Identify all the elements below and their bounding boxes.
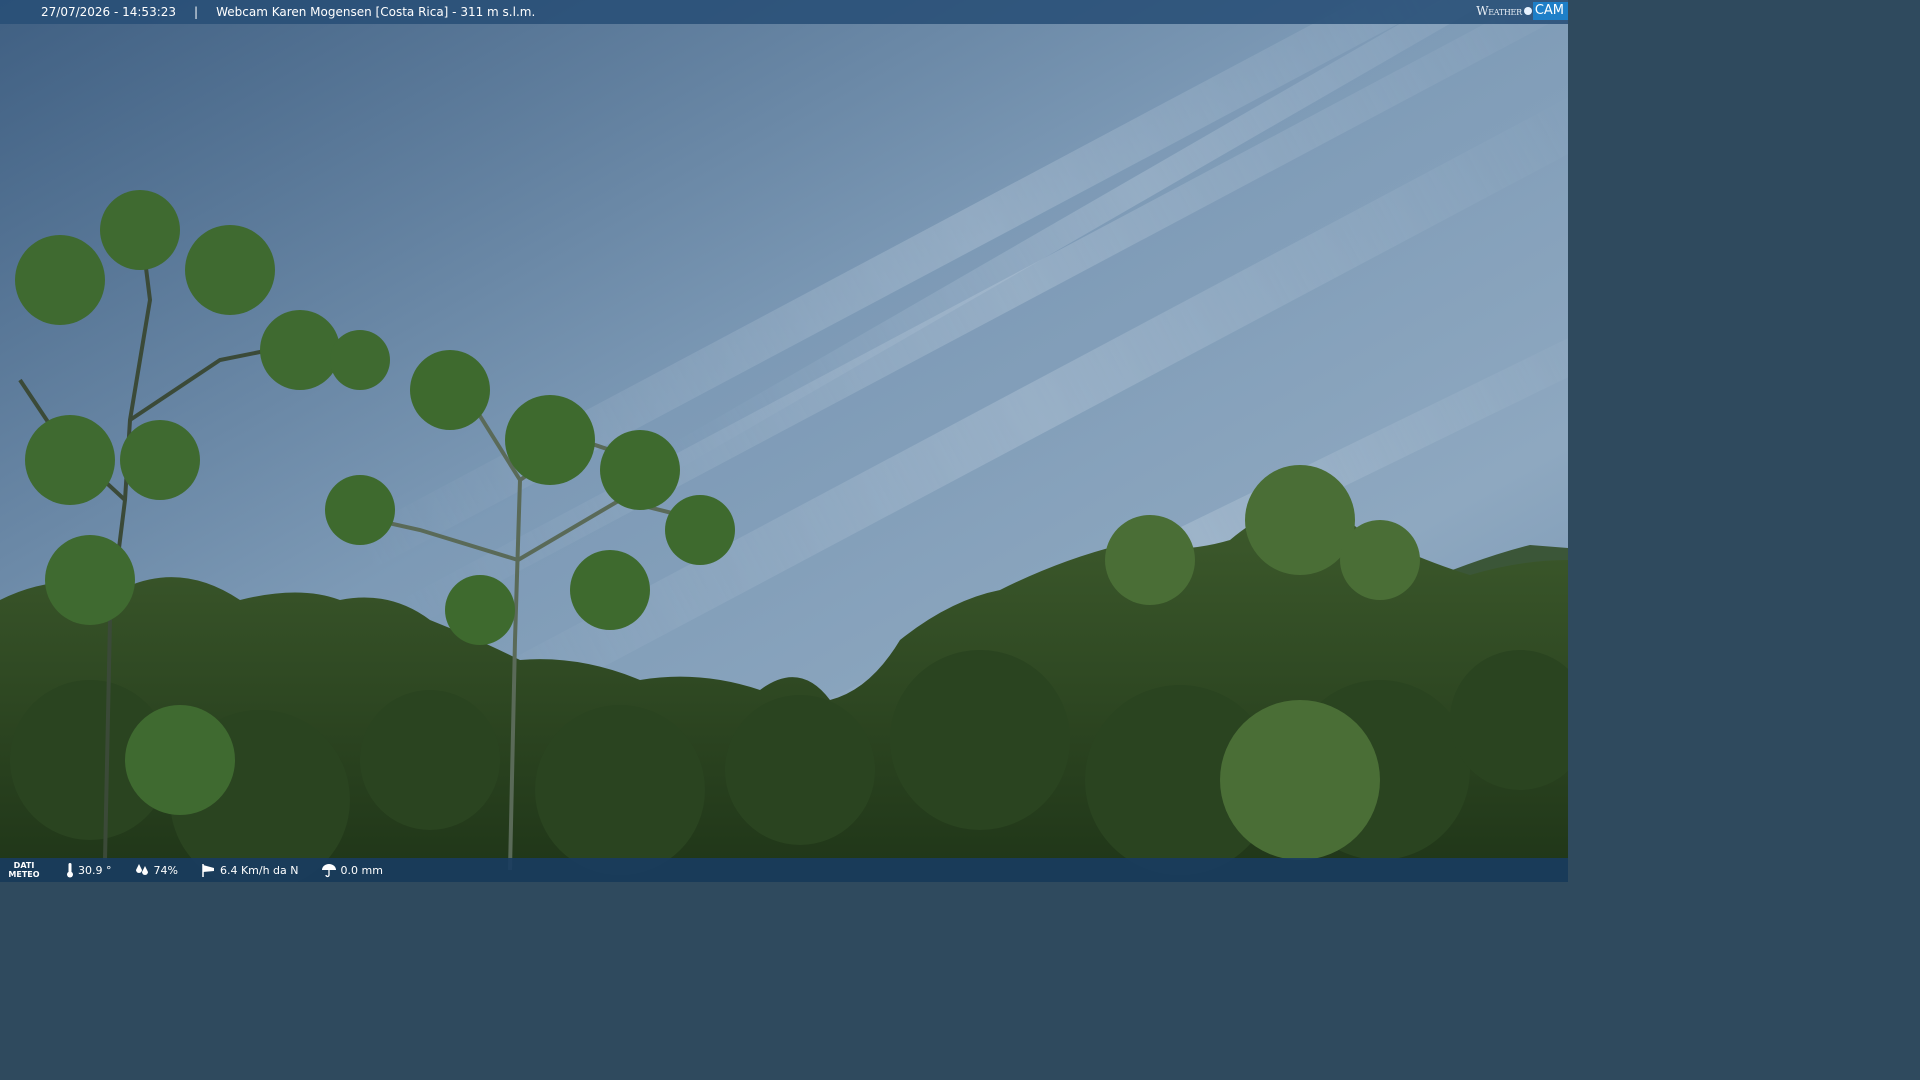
rain-reading: 0.0 mm [321,862,383,878]
webcam-title: Webcam Karen Mogensen [Costa Rica] - 311… [216,5,536,19]
humidity-reading: 74% [134,863,178,877]
logo-cam-text: CAM [1532,2,1568,20]
temperature-reading: 30.9 ° [66,862,112,878]
logo-weather-text: Weather [1476,4,1522,18]
datetime: 27/07/2026 - 14:53:23 [41,5,177,19]
separator: | [194,5,199,19]
thermometer-icon [67,863,73,878]
webcam-image [0,0,1568,882]
drops-icon [135,864,148,875]
weather-data-bar: DATI METEO 30.9 ° 74% 6.4 Km/h da N 0.0 … [0,858,1568,882]
wind-reading: 6.4 Km/h da N [200,862,299,878]
dati-meteo-label: DATI METEO [8,861,40,879]
logo-dot-icon [1523,7,1532,15]
windsock-icon [202,864,214,877]
umbrella-icon [321,864,336,878]
webcam-header-bar: 27/07/2026 - 14:53:23 | Webcam Karen Mog… [0,0,1568,24]
weathercam-logo: Weather CAM [1476,0,1568,22]
